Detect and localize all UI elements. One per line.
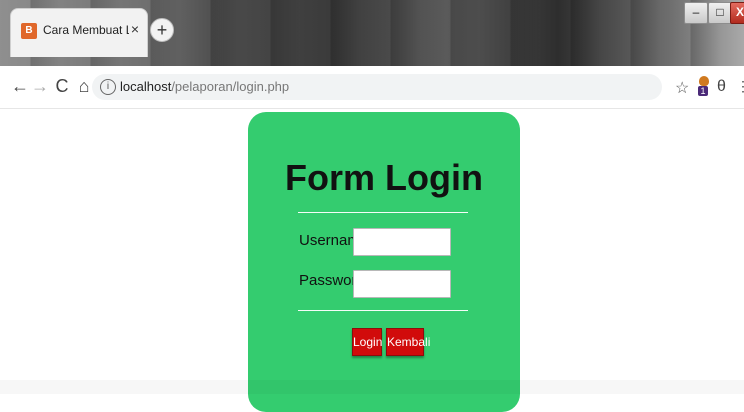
tab-close-icon[interactable]: × bbox=[131, 21, 139, 37]
url-text: localhost/pelaporan/login.php bbox=[120, 79, 289, 94]
kembali-button[interactable]: Kembali bbox=[386, 328, 430, 356]
minimize-button[interactable]: – bbox=[684, 2, 708, 24]
page-bottom bbox=[0, 380, 744, 394]
extension-badge: 1 bbox=[698, 86, 708, 96]
url-path: /pelaporan/login.php bbox=[171, 79, 290, 94]
tab-title: Cara Membuat Logout Otomatis bbox=[43, 23, 129, 37]
address-bar[interactable]: i localhost/pelaporan/login.php bbox=[92, 74, 662, 100]
bookmark-star-icon[interactable]: ☆ bbox=[675, 78, 689, 98]
reload-icon[interactable]: C bbox=[52, 76, 72, 96]
close-window-button[interactable]: X bbox=[730, 2, 744, 24]
back-icon[interactable]: ← bbox=[10, 76, 30, 96]
password-input[interactable] bbox=[353, 270, 451, 298]
forward-icon[interactable]: → bbox=[30, 76, 50, 96]
login-card: Form Login Username Password Login Kemba… bbox=[248, 112, 520, 412]
browser-toolbar: ← → C ⌂ i localhost/pelaporan/login.php … bbox=[0, 66, 744, 109]
menu-icon[interactable]: ⋮ bbox=[736, 78, 744, 95]
page-title: Form Login bbox=[285, 157, 483, 198]
new-tab-button[interactable]: + bbox=[150, 18, 174, 42]
window-controls: – □ X bbox=[684, 0, 744, 26]
maximize-button[interactable]: □ bbox=[708, 2, 732, 24]
favicon-icon: B bbox=[21, 23, 37, 39]
browser-tab[interactable]: B Cara Membuat Logout Otomatis × bbox=[10, 8, 148, 57]
extension-pin-icon bbox=[699, 76, 709, 86]
extension-icon[interactable]: 1 bbox=[696, 76, 712, 96]
info-icon[interactable]: i bbox=[100, 79, 116, 95]
url-host: localhost bbox=[120, 79, 172, 94]
login-button[interactable]: Login bbox=[352, 328, 382, 356]
divider bbox=[298, 212, 468, 213]
username-input[interactable] bbox=[353, 228, 451, 256]
home-icon[interactable]: ⌂ bbox=[74, 76, 94, 96]
profile-icon[interactable]: θ bbox=[717, 78, 726, 96]
divider bbox=[298, 310, 468, 311]
